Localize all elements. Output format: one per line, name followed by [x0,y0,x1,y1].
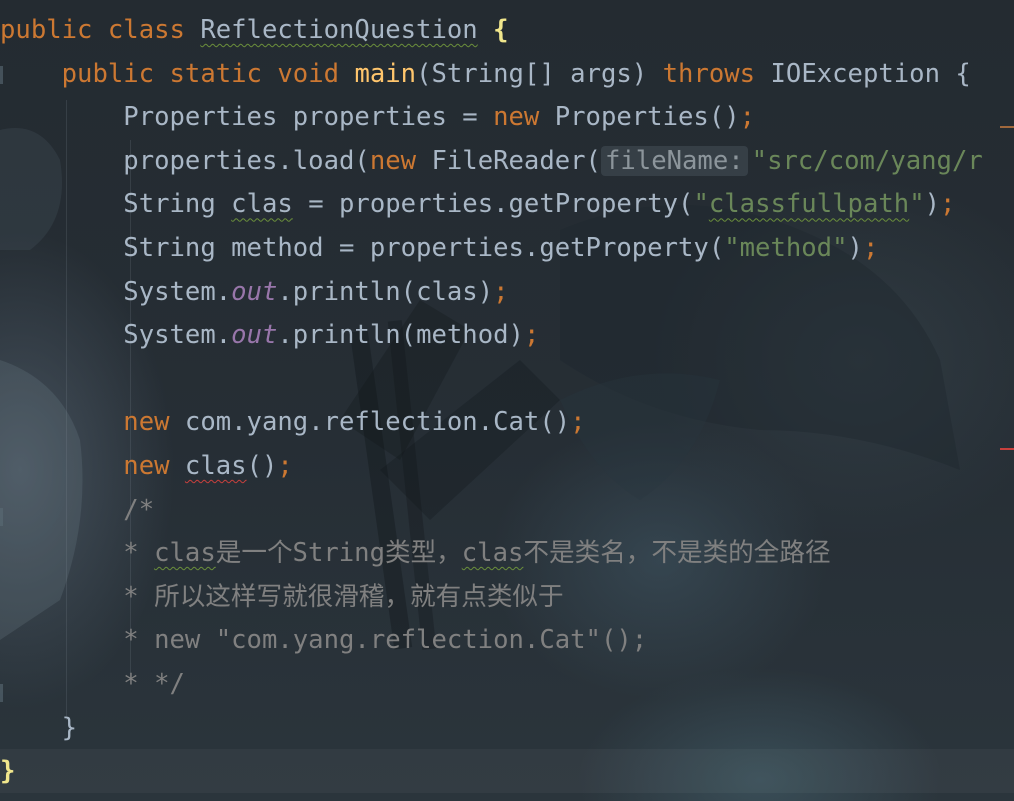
code-token: ; [570,407,586,438]
code-token: ; [277,450,293,481]
code-line[interactable]: new clas(); [0,445,983,489]
code-token: Properties properties = [123,102,494,133]
code-token: ) [847,232,863,263]
code-line[interactable]: new com.yang.reflection.Cat(); [0,401,983,445]
code-token: " [909,189,925,220]
code-token: .println(method) [277,320,524,351]
code-line[interactable]: String clas = properties.getProperty("cl… [0,183,983,227]
code-line[interactable]: public class ReflectionQuestion { [0,9,983,53]
code-token: "method" [724,232,848,263]
code-token: public [61,58,170,89]
code-token: clas [231,189,293,220]
error-stripe-marker[interactable] [1000,448,1014,450]
code-line[interactable]: public static void main(String[] args) t… [0,53,983,97]
code-token: } [0,756,16,787]
code-token: .println(clas) [277,276,494,307]
code-line[interactable]: * */ [0,663,983,707]
parameter-hint: fileName: [600,145,748,176]
code-token: * [123,538,155,569]
code-token: static [169,58,278,89]
code-token: properties.load( [123,145,370,176]
code-token: Properties() [554,102,740,133]
code-line[interactable] [0,358,983,402]
code-token: out [231,276,278,307]
code-token: String [123,189,232,220]
code-token: ; [739,102,756,133]
code-token: (String[] args) [416,58,663,89]
code-line[interactable]: String method = properties.getProperty("… [0,227,983,271]
code-line[interactable]: * 所以这样写就很滑稽，就有点类似于 [0,576,983,620]
code-line[interactable]: System.out.println(clas); [0,271,983,315]
code-token: /* [123,494,155,525]
code-line[interactable]: * clas是一个String类型，clas不是类名，不是类的全路径 [0,532,983,576]
code-token: " [693,189,709,220]
code-token: ; [940,189,956,220]
code-token: System. [123,320,232,351]
code-token: class [107,15,201,45]
code-token: ReflectionQuestion [200,15,478,45]
code-lines[interactable]: public class ReflectionQuestion { public… [0,9,983,794]
code-token: * new "com.yang.reflection.Cat"(); [123,625,648,656]
code-token: com.yang.reflection.Cat() [184,407,571,438]
code-line[interactable]: /* [0,489,983,533]
code-token: void [277,58,355,89]
code-token: System. [123,276,232,307]
code-token: String method = properties.getProperty( [123,232,725,263]
code-token: out [231,320,278,351]
warning-stripe-marker[interactable] [1000,126,1014,128]
code-token: throws [662,58,771,89]
code-token: { [493,15,509,45]
code-line[interactable]: properties.load(new FileReader(fileName:… [0,140,983,184]
code-token: ; [862,232,879,263]
code-line[interactable]: } [0,750,983,794]
code-line[interactable]: } [0,707,983,751]
code-token: clas [184,450,247,481]
code-token: * */ [123,668,185,699]
code-token: clas [154,538,216,569]
code-line[interactable]: Properties properties = new Properties()… [0,96,983,140]
code-token: new [369,145,432,176]
code-line[interactable]: * new "com.yang.reflection.Cat"(); [0,619,983,663]
code-token: public [0,15,108,45]
code-token: IOException { [770,58,971,89]
code-token: } [61,712,78,743]
code-token: new [123,450,185,481]
code-token: FileReader( [431,145,601,176]
code-token: 是一个String类型， [215,538,462,569]
code-token: ; [523,320,540,351]
code-token: main [354,58,417,89]
code-token: ; [493,276,509,307]
code-token: 不是类名，不是类的全路径 [523,538,831,569]
code-token: clas [461,538,524,569]
code-token: () [246,450,278,481]
code-editor[interactable]: public class ReflectionQuestion { public… [0,0,1014,801]
code-token: ) [924,189,941,220]
code-token: "src/com/yang/r [751,145,983,176]
code-line[interactable]: System.out.println(method); [0,314,983,358]
code-token: * 所以这样写就很滑稽，就有点类似于 [123,581,564,612]
code-token: = properties.getProperty( [292,189,694,220]
code-token: new [493,102,555,133]
code-token: new [123,407,185,438]
code-token: classfullpath [708,189,910,220]
